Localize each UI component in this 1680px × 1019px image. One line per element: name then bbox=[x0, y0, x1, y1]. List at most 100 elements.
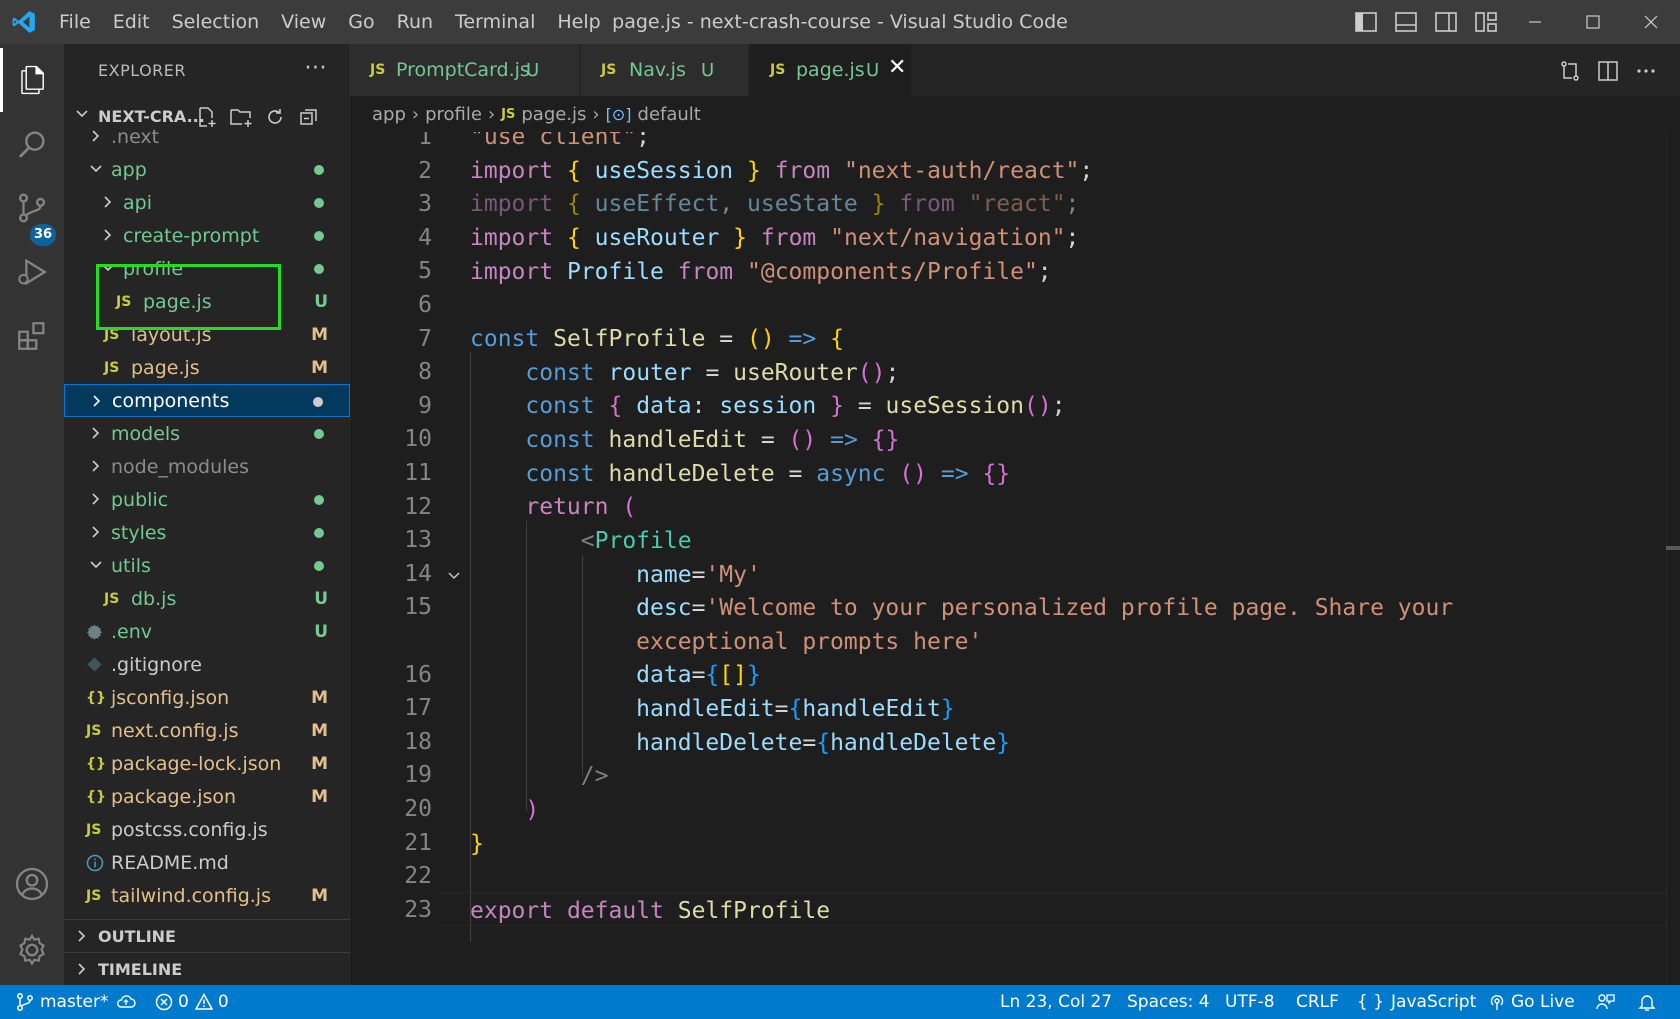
breadcrumb-profile[interactable]: profile bbox=[425, 104, 482, 125]
tree-file-profile-page-js[interactable]: JS page.js U bbox=[64, 285, 350, 318]
toggle-secondary-sidebar-icon[interactable] bbox=[1426, 0, 1466, 44]
tree-folder-models[interactable]: models bbox=[64, 417, 350, 450]
tab-close-icon[interactable]: ✕ bbox=[888, 55, 906, 80]
tree-folder-node-modules[interactable]: node_modules bbox=[64, 450, 350, 483]
outline-section-header[interactable]: OUTLINE bbox=[64, 919, 350, 952]
menu-help[interactable]: Help bbox=[546, 0, 611, 44]
tree-folder-styles[interactable]: styles bbox=[64, 516, 350, 549]
tree-file-db-js[interactable]: JS db.js U bbox=[64, 582, 350, 615]
tree-file-package-lock-json[interactable]: {} package-lock.json M bbox=[64, 747, 350, 780]
feedback-icon[interactable] bbox=[1595, 985, 1615, 1019]
line-number: 18 bbox=[404, 728, 432, 755]
tree-file-package-json[interactable]: {} package.json M bbox=[64, 780, 350, 813]
chevron-right-icon bbox=[92, 130, 100, 142]
tree-label: styles bbox=[111, 521, 167, 544]
close-window-icon[interactable] bbox=[1622, 0, 1680, 44]
maximize-icon[interactable] bbox=[1564, 0, 1622, 44]
run-debug-icon[interactable] bbox=[0, 240, 64, 304]
tab-nav-js[interactable]: JS Nav.js U bbox=[581, 44, 749, 96]
notifications-bell-icon[interactable] bbox=[1638, 985, 1656, 1019]
menu-go[interactable]: Go bbox=[337, 0, 385, 44]
end-of-line[interactable]: CRLF bbox=[1296, 985, 1339, 1019]
breadcrumb-default[interactable]: default bbox=[638, 104, 701, 125]
info-icon bbox=[86, 854, 104, 872]
status-bar: master* 0 0 Ln 23, Col 27 Spaces: 4 UTF-… bbox=[0, 985, 1680, 1019]
search-icon[interactable] bbox=[0, 112, 64, 176]
line-number: 11 bbox=[404, 460, 432, 486]
settings-gear-icon[interactable] bbox=[0, 918, 64, 982]
git-status: U bbox=[314, 291, 328, 312]
tree-file-app-page-js[interactable]: JS page.js M bbox=[64, 351, 350, 384]
toggle-primary-sidebar-icon[interactable] bbox=[1346, 0, 1386, 44]
tree-folder-public[interactable]: public bbox=[64, 483, 350, 516]
code-line-2: import { useSession } from "next-auth/re… bbox=[470, 158, 1094, 184]
tree-folder-components[interactable]: components bbox=[64, 384, 350, 417]
menu-run[interactable]: Run bbox=[386, 0, 444, 44]
menu-terminal[interactable]: Terminal bbox=[444, 0, 546, 44]
go-live-button[interactable]: Go Live bbox=[1488, 985, 1575, 1019]
tree-folder-profile[interactable]: profile bbox=[64, 252, 350, 285]
explorer-sidebar: EXPLORER ··· NEXT-CRA... .next app api c… bbox=[64, 44, 350, 985]
branch-indicator[interactable]: master* bbox=[16, 985, 137, 1019]
menu-selection[interactable]: Selection bbox=[161, 0, 271, 44]
code-line-5: import Profile from "@components/Profile… bbox=[470, 259, 1052, 285]
chevron-right-icon bbox=[92, 526, 100, 538]
vertical-scrollbar[interactable] bbox=[1666, 132, 1680, 985]
account-icon[interactable] bbox=[0, 852, 64, 916]
code-editor[interactable]: 1 2 3 4 5 6 7 8 9 10 11 12 13 14 15 16 17 18 19 20 21 22 23 "u… bbox=[350, 132, 1680, 985]
split-editor-icon[interactable] bbox=[1593, 56, 1623, 86]
tree-file-postcss-config-js[interactable]: JS postcss.config.js bbox=[64, 813, 350, 846]
line-number: 20 bbox=[404, 796, 432, 822]
menu-edit[interactable]: Edit bbox=[102, 0, 161, 44]
open-changes-icon[interactable] bbox=[1555, 56, 1585, 86]
tab-git-status: U bbox=[866, 59, 880, 81]
git-status: M bbox=[311, 357, 328, 378]
tree-folder-next[interactable]: .next bbox=[64, 120, 350, 153]
breadcrumb-app[interactable]: app bbox=[372, 104, 406, 125]
minimize-icon[interactable] bbox=[1506, 0, 1564, 44]
sync-cloud-icon[interactable] bbox=[116, 994, 137, 1010]
tree-folder-api[interactable]: api bbox=[64, 186, 350, 219]
editor-more-actions-icon[interactable] bbox=[1631, 56, 1661, 86]
cursor-position[interactable]: Ln 23, Col 27 bbox=[1000, 985, 1112, 1019]
language-mode[interactable]: { } JavaScript bbox=[1357, 985, 1476, 1019]
code-line-7: const SelfProfile = () => { bbox=[470, 326, 844, 352]
js-file-icon: JS bbox=[770, 62, 786, 78]
braces-icon: { } bbox=[1357, 992, 1385, 1012]
warning-icon bbox=[194, 993, 213, 1010]
tab-page-js[interactable]: JS page.js U ✕ bbox=[750, 44, 912, 96]
code-line-16: data={[]} bbox=[636, 662, 761, 688]
tree-label: public bbox=[111, 488, 169, 511]
tree-file-next-config-js[interactable]: JS next.config.js M bbox=[64, 714, 350, 747]
extensions-icon[interactable] bbox=[0, 304, 64, 368]
js-file-icon: JS bbox=[501, 106, 516, 122]
indentation[interactable]: Spaces: 4 bbox=[1127, 985, 1210, 1019]
explorer-icon[interactable] bbox=[0, 48, 64, 112]
go-live-label: Go Live bbox=[1511, 992, 1575, 1012]
encoding[interactable]: UTF-8 bbox=[1225, 985, 1275, 1019]
tree-folder-utils[interactable]: utils bbox=[64, 549, 350, 582]
customize-layout-icon[interactable] bbox=[1466, 0, 1506, 44]
title-bar: File Edit Selection View Go Run Terminal… bbox=[0, 0, 1680, 44]
tree-file-jsconfig-json[interactable]: {} jsconfig.json M bbox=[64, 681, 350, 714]
tree-file-env[interactable]: .env U bbox=[64, 615, 350, 648]
menu-file[interactable]: File bbox=[48, 0, 102, 44]
tree-file-readme-md[interactable]: README.md bbox=[64, 846, 350, 879]
chevron-right-icon bbox=[92, 493, 100, 505]
fold-chevron-icon[interactable] bbox=[446, 568, 462, 584]
line-number: 6 bbox=[418, 292, 432, 318]
breadcrumb-page-js[interactable]: page.js bbox=[521, 104, 586, 125]
tree-label: package.json bbox=[111, 785, 237, 808]
more-actions-icon[interactable]: ··· bbox=[305, 56, 327, 81]
scrollbar-thumb[interactable] bbox=[1666, 546, 1680, 550]
tree-file-layout-js[interactable]: JS layout.js M bbox=[64, 318, 350, 351]
tree-folder-create-prompt[interactable]: create-prompt bbox=[64, 219, 350, 252]
menu-view[interactable]: View bbox=[270, 0, 337, 44]
tab-promptcard-js[interactable]: JS PromptCard.js U bbox=[350, 44, 580, 96]
tree-file-gitignore[interactable]: .gitignore bbox=[64, 648, 350, 681]
timeline-section-header[interactable]: TIMELINE bbox=[64, 952, 350, 985]
tree-folder-app[interactable]: app bbox=[64, 153, 350, 186]
toggle-panel-icon[interactable] bbox=[1386, 0, 1426, 44]
problems-indicator[interactable]: 0 0 bbox=[155, 985, 229, 1019]
tree-file-tailwind-config-js[interactable]: JS tailwind.config.js M bbox=[64, 879, 350, 912]
